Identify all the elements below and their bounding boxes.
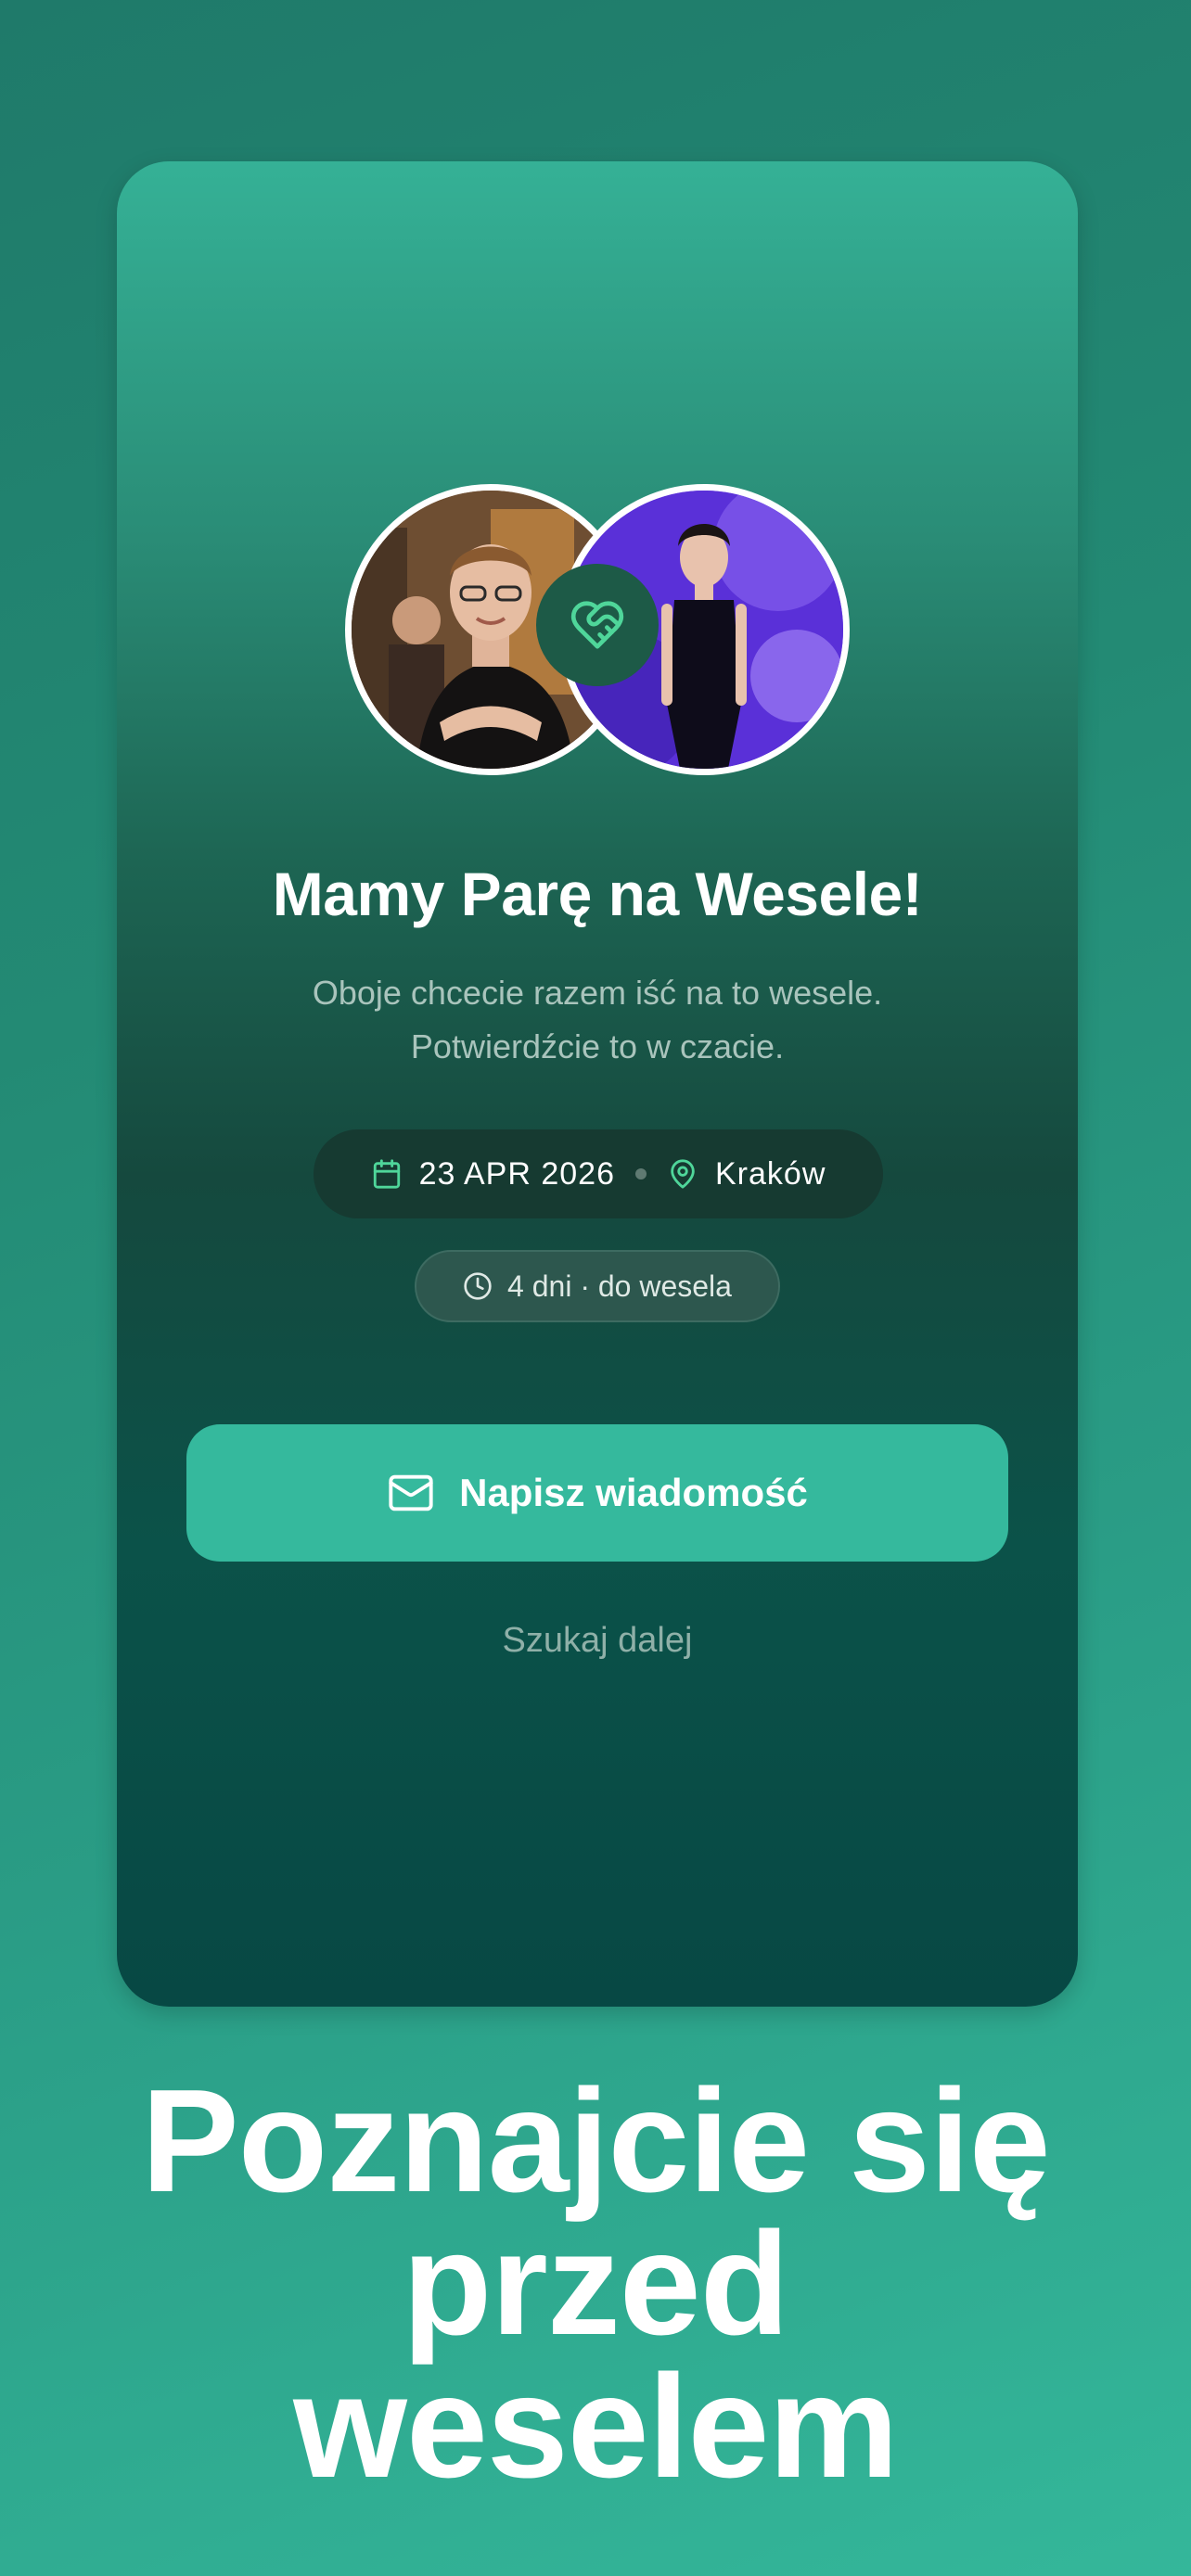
marketing-headline: Poznajcie się przed weselem xyxy=(0,2060,1191,2508)
write-message-button[interactable]: Napisz wiadomość xyxy=(186,1424,1008,1562)
countdown-text: 4 dni · do wesela xyxy=(507,1269,732,1303)
subtitle-line: Oboje chcecie razem iść na to wesele. xyxy=(312,974,883,1012)
heart-handshake-icon xyxy=(536,564,659,686)
event-date: 23 APR 2026 xyxy=(418,1155,615,1192)
separator-dot xyxy=(635,1168,647,1180)
match-subtitle: Oboje chcecie razem iść na to wesele. Po… xyxy=(117,966,1078,1074)
avatar-pair xyxy=(345,484,850,775)
headline-line: weselem xyxy=(293,2345,899,2508)
countdown-pill: 4 dni · do wesela xyxy=(415,1250,780,1322)
calendar-icon xyxy=(371,1158,403,1190)
match-card: Mamy Parę na Wesele! Oboje chcecie razem… xyxy=(117,161,1078,2007)
headline-line: przed xyxy=(402,2202,789,2366)
map-pin-icon xyxy=(667,1158,698,1190)
match-title: Mamy Parę na Wesele! xyxy=(272,860,923,928)
keep-searching-link[interactable]: Szukaj dalej xyxy=(117,1621,1078,1661)
headline-line: Poznajcie się xyxy=(141,2060,1050,2223)
event-info-pill: 23 APR 2026 Kraków xyxy=(314,1129,883,1218)
write-message-label: Napisz wiadomość xyxy=(459,1471,808,1514)
event-city: Kraków xyxy=(715,1155,826,1192)
mail-icon xyxy=(387,1469,435,1517)
subtitle-line: Potwierdźcie to w czacie. xyxy=(410,1027,785,1065)
clock-icon xyxy=(463,1271,493,1301)
